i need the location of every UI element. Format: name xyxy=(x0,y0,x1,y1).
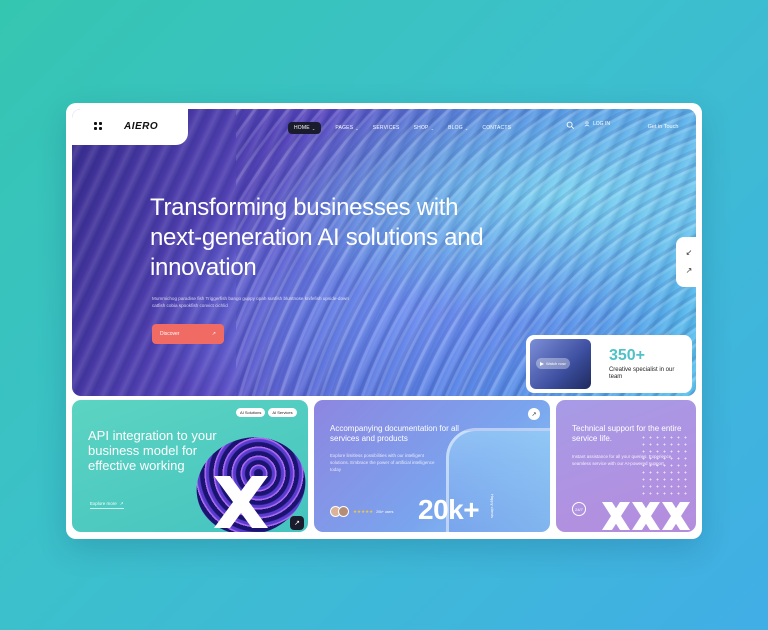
nav-item-blog[interactable]: BLOG ⌄ xyxy=(448,125,468,131)
logo-tab: AIERO xyxy=(72,109,188,145)
hero-subtitle: Mummichog paradise fish Triggerfish bang… xyxy=(152,296,349,308)
expand-icon[interactable]: ↗ xyxy=(686,267,693,275)
tag-chip[interactable]: AI Solutions xyxy=(236,408,266,417)
play-icon xyxy=(540,361,544,366)
nav-item-home[interactable]: HOME ⌄ xyxy=(288,122,322,134)
clients-label: Happy clients xyxy=(490,494,495,519)
arrow-up-right-icon: ↗ xyxy=(119,501,124,506)
brand-logo[interactable]: AIERO xyxy=(124,121,158,132)
specialist-text: 350+ Creative specialist in our team xyxy=(609,347,688,381)
specialist-count: 350+ xyxy=(608,347,646,364)
watch-now-button[interactable]: Watch now xyxy=(536,358,570,369)
search-icon[interactable] xyxy=(566,121,575,130)
star-rating: ★★★★★ xyxy=(353,508,374,514)
nav-label: PAGES xyxy=(335,125,354,131)
avatar xyxy=(338,506,349,517)
card-title: Accompanying documentation for all servi… xyxy=(330,424,459,443)
specialist-card: Watch now 350+ Creative specialist in ou… xyxy=(526,335,692,393)
login-link[interactable]: LOG IN xyxy=(584,121,610,127)
card-text: Instant assistance for all your queries.… xyxy=(572,454,672,466)
arrow-up-right-icon: ↗ xyxy=(211,331,216,337)
specialist-label: Creative specialist in our team xyxy=(608,367,675,380)
support-card[interactable]: Technical support for the entire service… xyxy=(556,400,696,532)
discover-button[interactable]: Discover ↗ xyxy=(152,324,224,344)
support-badge: 24/7 xyxy=(572,502,586,516)
nav-label: SERVICES xyxy=(372,125,400,131)
nav-label: BLOG xyxy=(448,125,463,131)
review-count: 20k+ users xyxy=(376,509,394,514)
explore-label: Explore more xyxy=(90,501,117,506)
nav-item-contacts[interactable]: CONTACTS xyxy=(482,125,511,131)
card-title: Technical support for the entire service… xyxy=(572,424,682,443)
get-in-touch-button[interactable]: Get in Touch xyxy=(630,109,696,145)
clients-count: 20k+ xyxy=(418,494,480,525)
nav-item-pages[interactable]: PAGES ⌄ xyxy=(335,125,358,131)
main-nav: HOME ⌄ PAGES ⌄ SERVICES SHOP ⌄ BLOG ⌄ CO… xyxy=(288,122,511,134)
documentation-card[interactable]: ↗ Accompanying documentation for all ser… xyxy=(314,400,550,532)
discover-label: Discover xyxy=(160,331,180,337)
login-label: LOG IN xyxy=(593,121,610,127)
nav-label: CONTACTS xyxy=(482,125,512,131)
shrink-icon[interactable]: ↙ xyxy=(686,249,693,257)
hero-title: Transforming businesses with next-genera… xyxy=(150,194,484,281)
menu-grid-icon[interactable] xyxy=(94,122,102,130)
tag-chips: AI Solutions AI Services xyxy=(236,408,297,417)
card-open-button[interactable]: ↗ xyxy=(528,408,540,420)
card-text: Explore limitless possibilities with our… xyxy=(330,453,435,472)
chevron-down-icon: ⌄ xyxy=(355,125,359,131)
client-avatars: ★★★★★ 20k+ users xyxy=(330,506,393,517)
video-thumbnail[interactable]: Watch now xyxy=(530,339,591,389)
side-controls: ↙ ↗ xyxy=(676,237,696,287)
tag-chip[interactable]: AI Services xyxy=(268,408,297,417)
x-logo-mark xyxy=(214,476,268,528)
nav-label: HOME xyxy=(294,125,310,131)
xxx-logo-mark xyxy=(602,502,690,530)
nav-label: SHOP xyxy=(413,125,429,131)
nav-item-services[interactable]: SERVICES xyxy=(373,125,400,131)
landing-page-frame: AIERO HOME ⌄ PAGES ⌄ SERVICES SHOP ⌄ BLO… xyxy=(66,103,702,539)
chevron-down-icon: ⌄ xyxy=(430,125,435,131)
chevron-down-icon: ⌄ xyxy=(464,125,469,131)
chevron-down-icon: ⌄ xyxy=(311,125,316,131)
hero-section: AIERO HOME ⌄ PAGES ⌄ SERVICES SHOP ⌄ BLO… xyxy=(72,109,696,396)
explore-more-link[interactable]: Explore more ↗ xyxy=(90,501,124,509)
nav-item-shop[interactable]: SHOP ⌄ xyxy=(414,125,435,131)
api-integration-card[interactable]: AI Solutions AI Services API integration… xyxy=(72,400,308,532)
user-icon xyxy=(584,121,590,127)
card-open-button[interactable]: ↗ xyxy=(290,516,304,530)
watch-label: Watch now xyxy=(546,361,566,366)
